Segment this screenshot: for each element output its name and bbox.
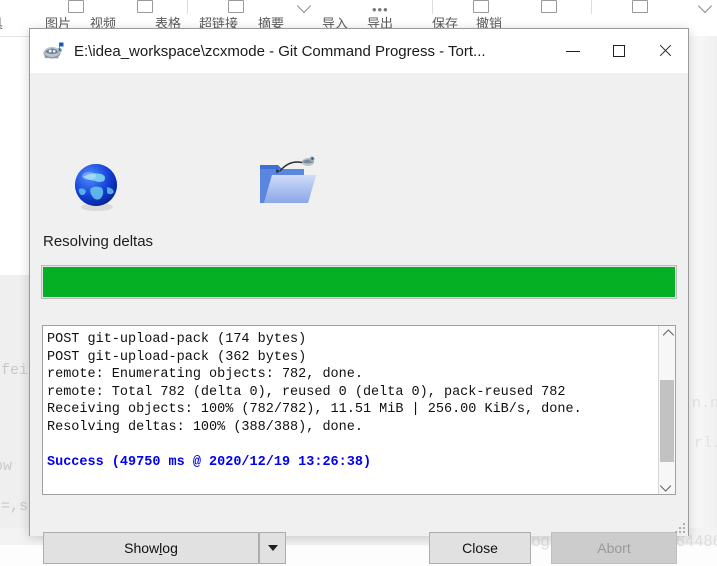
chevron-down-icon[interactable]: [296, 0, 312, 14]
log-line: Receiving objects: 100% (782/782), 11.51…: [47, 402, 582, 418]
git-command-progress-dialog: E:\idea_workspace\zcxmode - Git Command …: [29, 28, 689, 564]
import-tool-icon[interactable]: [473, 0, 489, 13]
video-tool-icon[interactable]: [137, 0, 153, 13]
resize-grip[interactable]: [673, 521, 685, 533]
background-faint-text: n.ne: [692, 395, 717, 412]
log-line: Resolving deltas: 100% (388/388), done.: [47, 419, 363, 435]
log-line: remote: Total 782 (delta 0), reused 0 (d…: [47, 384, 566, 400]
close-dialog-button[interactable]: Close: [429, 532, 531, 564]
log-success-line: Success (49750 ms @ 2020/12/19 13:26:38): [47, 455, 372, 471]
log-scrollbar[interactable]: [658, 326, 675, 494]
minimize-icon: [566, 50, 580, 52]
maximize-button[interactable]: [596, 29, 642, 73]
tortoisegit-turtle-icon: [42, 40, 64, 62]
status-text: Resolving deltas: [43, 233, 154, 250]
scroll-down-button[interactable]: [659, 477, 675, 494]
globe-icon: [71, 161, 123, 213]
abort-button: Abort: [551, 532, 677, 564]
log-line: remote: Enumerating objects: 782, done.: [47, 367, 363, 383]
background-toolbar-clipped-label: 具: [0, 13, 3, 32]
log-line: POST git-upload-pack (362 bytes): [47, 349, 307, 365]
scroll-up-button[interactable]: [659, 326, 675, 343]
show-log-dropdown-button[interactable]: [259, 532, 286, 564]
log-output-area[interactable]: POST git-upload-pack (174 bytes) POST git…: [42, 325, 676, 495]
window-title: E:\idea_workspace\zcxmode - Git Command …: [74, 42, 486, 60]
dialog-body: Resolving deltas POST git-upload-pack (1…: [30, 73, 688, 564]
chevron-down-icon[interactable]: [697, 0, 713, 14]
show-log-label-suffix: og: [162, 540, 178, 556]
triangle-down-icon: [267, 545, 278, 551]
toolbar-divider: [591, 0, 592, 14]
background-faint-text: nfei: [0, 362, 29, 379]
background-faint-text: ow: [0, 458, 13, 475]
show-log-button[interactable]: Show l og: [43, 532, 259, 564]
title-bar[interactable]: E:\idea_workspace\zcxmode - Git Command …: [30, 29, 688, 73]
log-line: POST git-upload-pack (174 bytes): [47, 332, 307, 347]
save-tool-icon[interactable]: [632, 0, 648, 13]
progress-bar: [41, 265, 677, 299]
table-tool-icon[interactable]: [228, 0, 244, 13]
scrollbar-thumb[interactable]: [660, 380, 674, 462]
toolbar-divider: [432, 0, 433, 14]
background-faint-text: ==,s: [0, 498, 29, 515]
log-text: POST git-upload-pack (174 bytes) POST git…: [47, 331, 582, 472]
maximize-icon: [613, 45, 625, 57]
background-faint-text: rl.ne: [694, 435, 717, 452]
show-log-label-prefix: Show: [124, 540, 160, 556]
folder-checkout-icon: [258, 153, 320, 211]
background-right-strip: [688, 36, 717, 566]
image-tool-icon[interactable]: [68, 0, 84, 13]
chevron-down-icon: [659, 479, 672, 492]
toolbar-divider: [187, 0, 188, 14]
close-button[interactable]: [642, 29, 688, 73]
minimize-button[interactable]: [550, 29, 596, 73]
chevron-up-icon: [662, 328, 675, 341]
export-tool-icon[interactable]: [541, 0, 557, 13]
close-icon: [658, 44, 672, 58]
progress-bar-fill: [43, 267, 675, 297]
log-blank-line: [47, 437, 582, 455]
